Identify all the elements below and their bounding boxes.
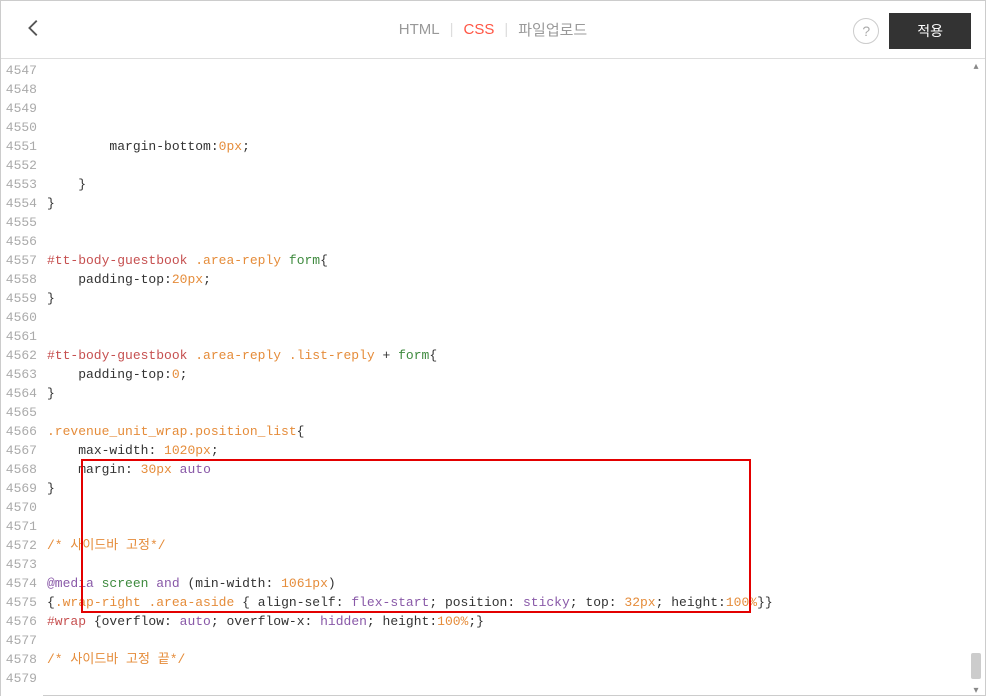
line-number-gutter: 4547454845494550455145524553455445554556…	[1, 59, 43, 697]
scroll-thumb[interactable]	[971, 653, 981, 679]
code-line[interactable]: }	[47, 289, 985, 308]
code-line[interactable]: }	[47, 175, 985, 194]
header: HTML | CSS | 파일업로드 ? 적용	[1, 1, 985, 59]
code-line[interactable]	[47, 517, 985, 536]
line-number: 4565	[1, 403, 37, 422]
code-line[interactable]	[47, 327, 985, 346]
tab-upload[interactable]: 파일업로드	[508, 15, 597, 44]
code-line[interactable]: margin: 30px auto	[47, 460, 985, 479]
line-number: 4555	[1, 213, 37, 232]
line-number: 4559	[1, 289, 37, 308]
line-number: 4570	[1, 498, 37, 517]
line-number: 4572	[1, 536, 37, 555]
code-line[interactable]: padding-top:0;	[47, 365, 985, 384]
back-button[interactable]	[23, 17, 45, 44]
line-number: 4551	[1, 137, 37, 156]
code-line[interactable]	[47, 669, 985, 688]
line-number: 4574	[1, 574, 37, 593]
line-number: 4562	[1, 346, 37, 365]
line-number: 4561	[1, 327, 37, 346]
line-number: 4556	[1, 232, 37, 251]
header-actions: ? 적용	[853, 13, 971, 49]
line-number: 4577	[1, 631, 37, 650]
line-number: 4567	[1, 441, 37, 460]
line-number: 4558	[1, 270, 37, 289]
code-line[interactable]: }	[47, 194, 985, 213]
line-number: 4550	[1, 118, 37, 137]
tab-bar: HTML | CSS | 파일업로드	[389, 15, 598, 44]
code-line[interactable]	[47, 156, 985, 175]
line-number: 4569	[1, 479, 37, 498]
line-number: 4564	[1, 384, 37, 403]
line-number: 4548	[1, 80, 37, 99]
code-editor[interactable]: 4547454845494550455145524553455445554556…	[1, 59, 985, 697]
line-number: 4578	[1, 650, 37, 669]
line-number: 4575	[1, 593, 37, 612]
code-line[interactable]: @media screen and (min-width: 1061px)	[47, 574, 985, 593]
arrow-left-icon	[23, 17, 45, 39]
code-line[interactable]	[47, 498, 985, 517]
scroll-down-arrow[interactable]: ▾	[969, 683, 983, 697]
code-line[interactable]	[47, 118, 985, 137]
code-line[interactable]	[47, 403, 985, 422]
line-number: 4573	[1, 555, 37, 574]
code-line[interactable]: /* 사이드바 고정*/	[47, 536, 985, 555]
code-line[interactable]: /* 사이드바 고정 끝*/	[47, 650, 985, 669]
line-number: 4560	[1, 308, 37, 327]
code-line[interactable]: #tt-body-guestbook .area-reply form{	[47, 251, 985, 270]
line-number: 4549	[1, 99, 37, 118]
editor-container: 4547454845494550455145524553455445554556…	[1, 59, 985, 697]
scroll-up-arrow[interactable]: ▴	[969, 59, 983, 73]
line-number: 4554	[1, 194, 37, 213]
code-line[interactable]: }	[47, 479, 985, 498]
line-number: 4552	[1, 156, 37, 175]
code-line[interactable]: {.wrap-right .area-aside { align-self: f…	[47, 593, 985, 612]
line-number: 4563	[1, 365, 37, 384]
line-number: 4571	[1, 517, 37, 536]
vertical-scrollbar[interactable]: ▴ ▾	[969, 59, 983, 697]
line-number: 4553	[1, 175, 37, 194]
code-line[interactable]: margin-bottom:0px;	[47, 137, 985, 156]
line-number: 4579	[1, 669, 37, 688]
code-content[interactable]: margin-bottom:0px; }} #tt-body-guestbook …	[43, 59, 985, 697]
tab-css[interactable]: CSS	[453, 17, 504, 42]
help-button[interactable]: ?	[853, 18, 879, 44]
code-line[interactable]	[47, 213, 985, 232]
code-line[interactable]: max-width: 1020px;	[47, 441, 985, 460]
line-number: 4557	[1, 251, 37, 270]
code-line[interactable]	[47, 232, 985, 251]
line-number: 4566	[1, 422, 37, 441]
apply-button[interactable]: 적용	[889, 13, 971, 49]
code-line[interactable]: .revenue_unit_wrap.position_list{	[47, 422, 985, 441]
code-line[interactable]: #wrap {overflow: auto; overflow-x: hidde…	[47, 612, 985, 631]
tab-html[interactable]: HTML	[389, 17, 450, 42]
code-line[interactable]: }	[47, 384, 985, 403]
line-number: 4576	[1, 612, 37, 631]
line-number: 4547	[1, 61, 37, 80]
code-line[interactable]	[47, 555, 985, 574]
code-line[interactable]: padding-top:20px;	[47, 270, 985, 289]
code-line[interactable]	[47, 308, 985, 327]
line-number: 4568	[1, 460, 37, 479]
code-line[interactable]: #tt-body-guestbook .area-reply .list-rep…	[47, 346, 985, 365]
code-line[interactable]	[47, 631, 985, 650]
